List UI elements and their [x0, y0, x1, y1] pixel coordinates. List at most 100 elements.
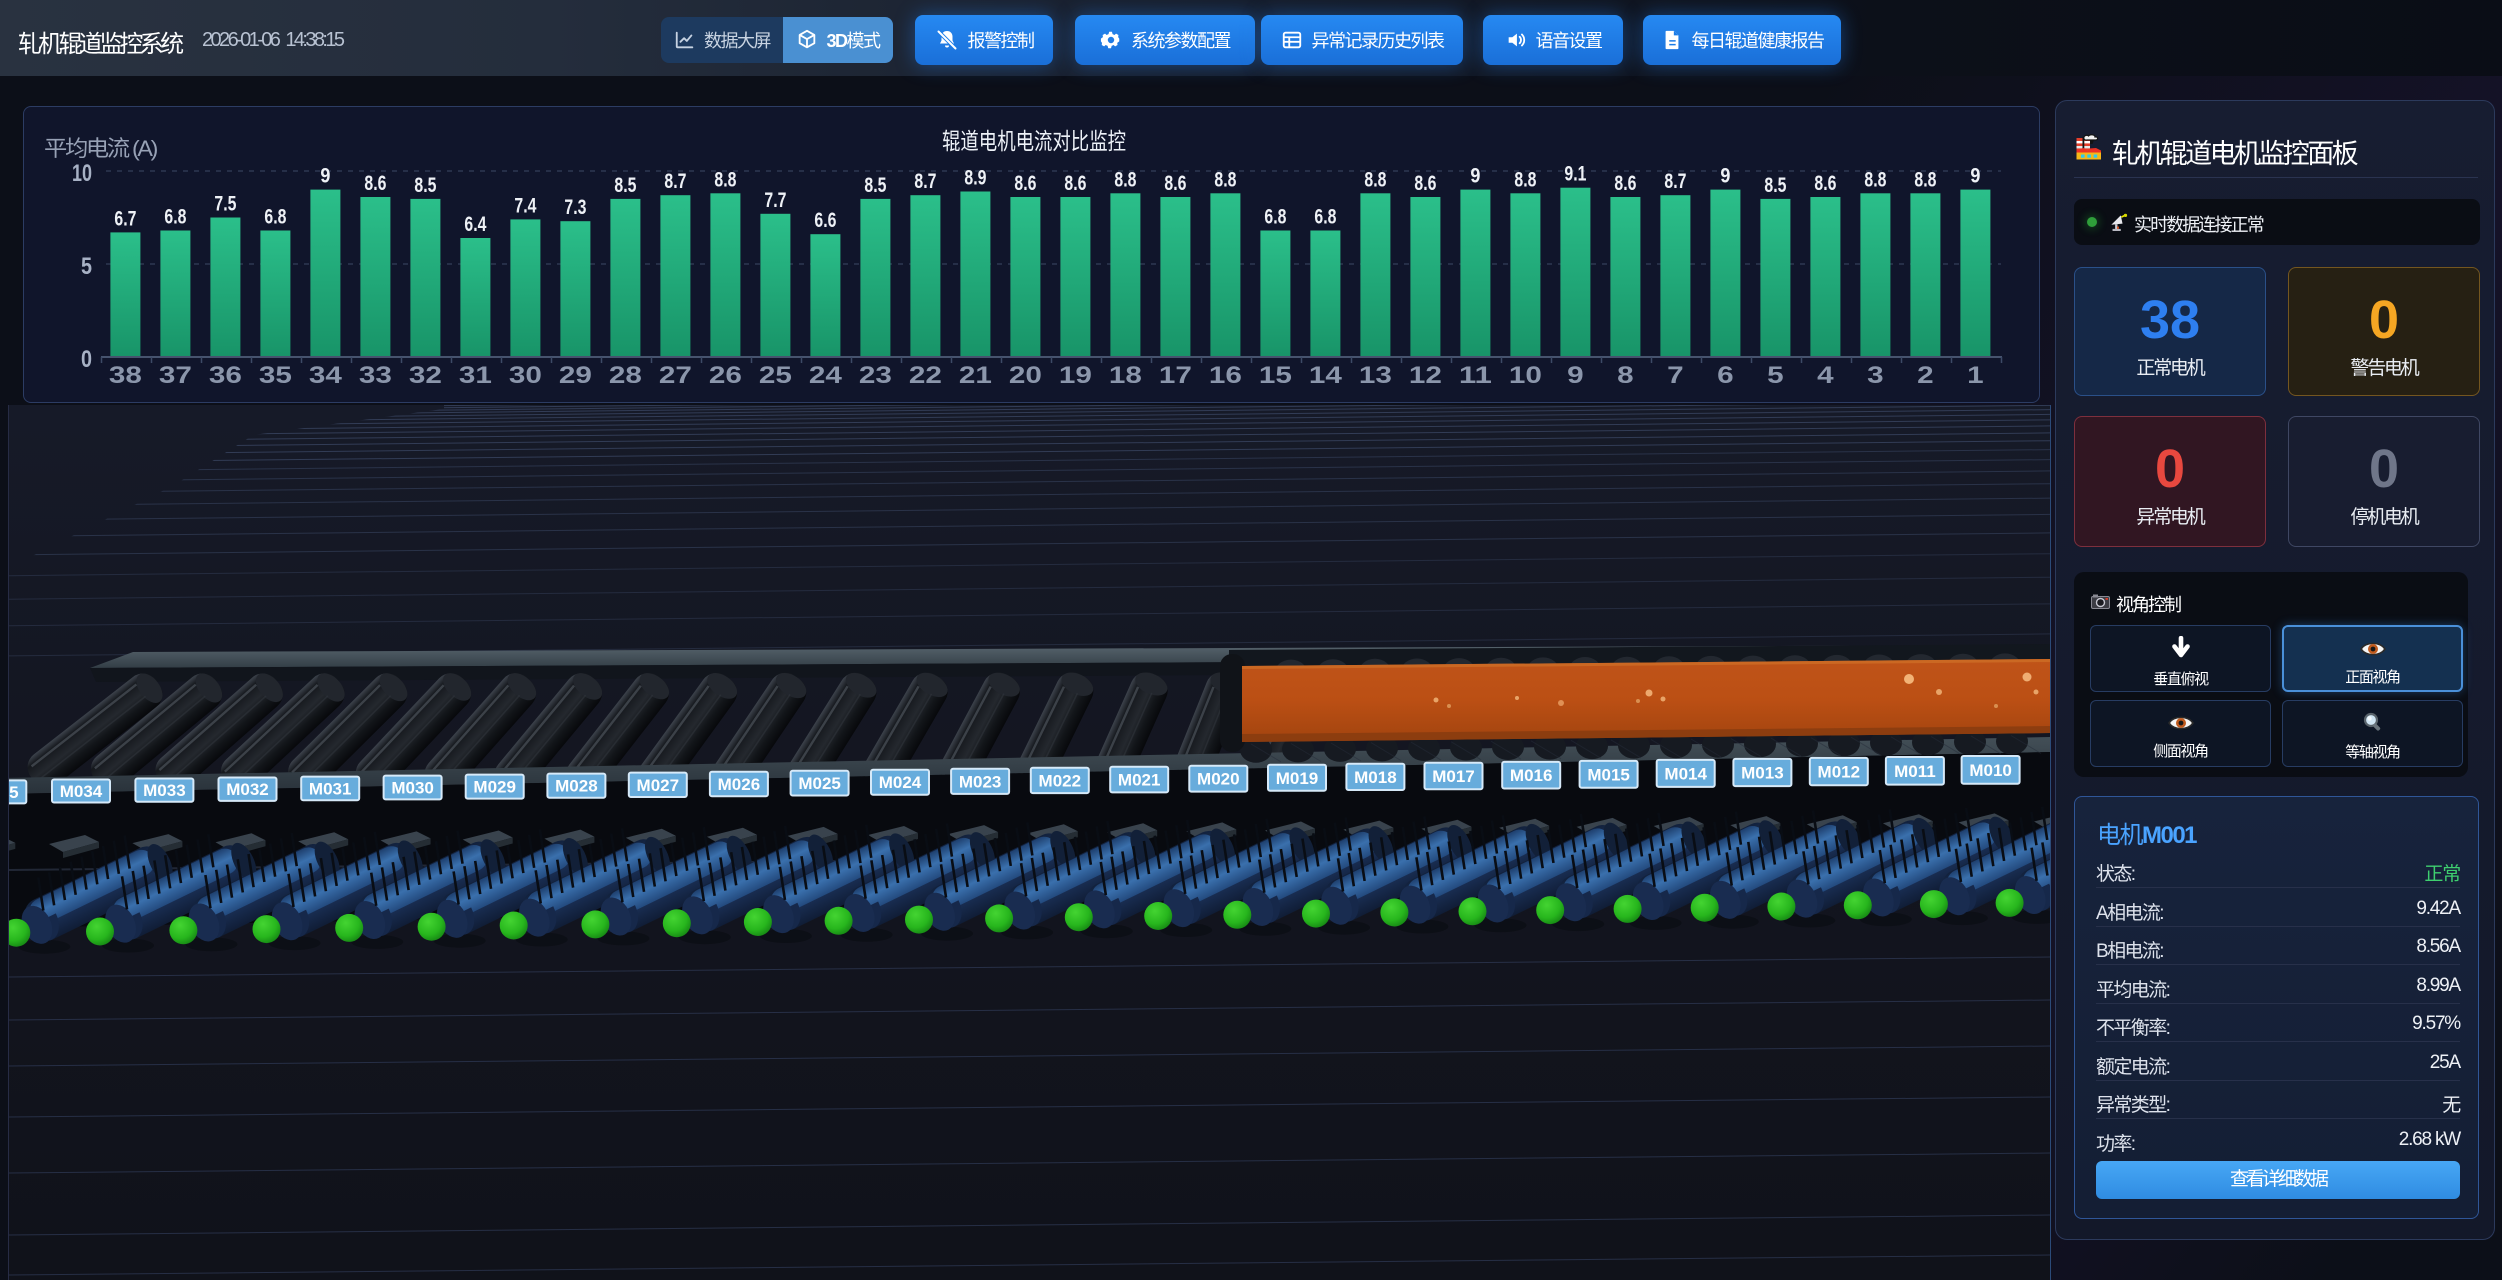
svg-text:8.6: 8.6: [1014, 172, 1036, 195]
svg-text:0: 0: [81, 346, 92, 373]
svg-text:M034: M034: [60, 782, 103, 801]
svg-text:8.6: 8.6: [1064, 172, 1086, 195]
svg-text:8.8: 8.8: [1364, 168, 1386, 191]
svg-text:M033: M033: [143, 781, 186, 800]
svg-text:8.6: 8.6: [1814, 172, 1836, 195]
svg-text:8.5: 8.5: [1764, 174, 1786, 197]
svg-text:6.8: 6.8: [264, 206, 286, 229]
svg-text:8: 8: [1617, 362, 1634, 389]
svg-text:8.7: 8.7: [914, 170, 936, 193]
svg-text:M027: M027: [637, 776, 680, 795]
svg-text:M029: M029: [473, 778, 516, 797]
svg-text:8.6: 8.6: [1164, 172, 1186, 195]
svg-text:4: 4: [1817, 362, 1834, 389]
svg-text:6.7: 6.7: [114, 207, 136, 230]
svg-text:37: 37: [159, 362, 192, 389]
svg-text:M010: M010: [1969, 761, 2012, 780]
svg-text:M018: M018: [1354, 768, 1397, 787]
svg-text:M021: M021: [1118, 771, 1161, 790]
svg-text:6.4: 6.4: [464, 213, 486, 236]
svg-text:8.8: 8.8: [1214, 168, 1236, 191]
svg-text:3: 3: [1867, 362, 1884, 389]
svg-text:M012: M012: [1818, 763, 1861, 782]
svg-text:30: 30: [509, 362, 542, 389]
svg-text:14: 14: [1309, 362, 1343, 389]
svg-text:6.6: 6.6: [814, 209, 836, 232]
svg-text:辊道电机电流对比监控: 辊道电机电流对比监控: [942, 128, 1126, 154]
svg-text:M016: M016: [1510, 766, 1553, 785]
svg-text:24: 24: [809, 362, 843, 389]
svg-text:26: 26: [709, 362, 742, 389]
svg-text:M031: M031: [309, 779, 352, 798]
svg-text:7.5: 7.5: [214, 193, 236, 216]
svg-text:31: 31: [459, 362, 492, 389]
svg-text:M022: M022: [1039, 771, 1082, 790]
svg-text:8.8: 8.8: [1114, 168, 1136, 191]
svg-text:38: 38: [109, 362, 142, 389]
svg-text:M019: M019: [1276, 769, 1319, 788]
svg-text:8.8: 8.8: [1864, 168, 1886, 191]
svg-text:12: 12: [1409, 362, 1442, 389]
svg-text:7: 7: [1667, 362, 1684, 389]
svg-text:M015: M015: [1587, 765, 1630, 784]
svg-text:平均电流 (A): 平均电流 (A): [44, 136, 157, 161]
svg-text:17: 17: [1159, 362, 1192, 389]
svg-text:M020: M020: [1197, 770, 1240, 789]
svg-text:9: 9: [1720, 165, 1730, 188]
svg-text:10: 10: [1509, 362, 1542, 389]
svg-text:22: 22: [909, 362, 942, 389]
svg-text:M023: M023: [959, 772, 1002, 791]
svg-text:7.4: 7.4: [514, 194, 536, 217]
svg-text:32: 32: [409, 362, 442, 389]
svg-text:1: 1: [1967, 362, 1984, 389]
svg-text:M011: M011: [1894, 762, 1936, 781]
svg-text:2: 2: [1917, 362, 1934, 389]
svg-text:8.7: 8.7: [664, 170, 686, 193]
svg-text:7.3: 7.3: [564, 196, 586, 219]
svg-text:9: 9: [1470, 165, 1480, 188]
svg-text:13: 13: [1359, 362, 1392, 389]
svg-text:16: 16: [1209, 362, 1242, 389]
svg-text:M017: M017: [1432, 767, 1475, 786]
svg-text:6: 6: [1717, 362, 1734, 389]
svg-text:8.8: 8.8: [1514, 168, 1536, 191]
svg-text:9: 9: [1567, 362, 1584, 389]
svg-text:8.5: 8.5: [614, 174, 636, 197]
svg-text:M014: M014: [1664, 764, 1707, 783]
svg-text:M025: M025: [798, 774, 841, 793]
svg-text:6.8: 6.8: [1314, 206, 1336, 229]
svg-text:5: 5: [81, 253, 92, 280]
svg-text:8.8: 8.8: [714, 168, 736, 191]
svg-text:36: 36: [209, 362, 242, 389]
svg-text:5: 5: [1767, 362, 1784, 389]
svg-text:M030: M030: [391, 779, 434, 798]
svg-text:21: 21: [959, 362, 992, 389]
svg-text:8.6: 8.6: [1614, 172, 1636, 195]
svg-text:8.8: 8.8: [1914, 168, 1936, 191]
svg-text:M028: M028: [555, 777, 598, 796]
svg-text:6.8: 6.8: [1264, 206, 1286, 229]
svg-text:27: 27: [659, 362, 692, 389]
svg-text:29: 29: [559, 362, 592, 389]
svg-text:M035: M035: [9, 783, 19, 802]
svg-text:23: 23: [859, 362, 892, 389]
svg-text:8.6: 8.6: [364, 172, 386, 195]
svg-text:28: 28: [609, 362, 642, 389]
svg-text:25: 25: [759, 362, 792, 389]
svg-text:11: 11: [1459, 362, 1492, 389]
svg-text:M024: M024: [879, 773, 922, 792]
svg-text:33: 33: [359, 362, 392, 389]
svg-text:34: 34: [309, 362, 343, 389]
svg-text:M032: M032: [226, 780, 269, 799]
svg-text:M026: M026: [718, 775, 761, 794]
svg-text:M013: M013: [1741, 764, 1784, 783]
svg-text:8.7: 8.7: [1664, 170, 1686, 193]
svg-text:9: 9: [320, 165, 330, 188]
svg-text:8.5: 8.5: [864, 174, 886, 197]
svg-text:10: 10: [72, 160, 92, 187]
svg-text:9: 9: [1970, 165, 1980, 188]
svg-text:15: 15: [1259, 362, 1292, 389]
svg-text:8.9: 8.9: [964, 167, 986, 190]
svg-text:19: 19: [1059, 362, 1092, 389]
svg-text:6.8: 6.8: [164, 206, 186, 229]
